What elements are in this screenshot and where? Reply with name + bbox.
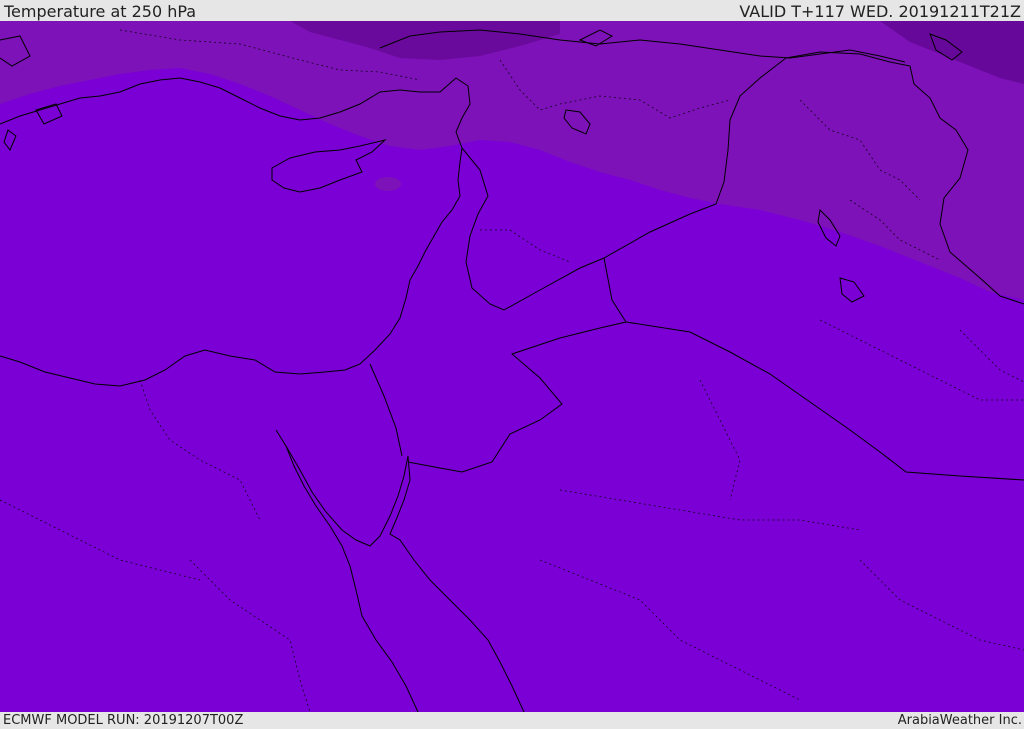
map-title: Temperature at 250 hPa (4, 2, 197, 21)
footer-bar: ECMWF MODEL RUN: 20191207T00Z ArabiaWeat… (0, 712, 1024, 729)
map-svg (0, 21, 1024, 712)
credit-label: ArabiaWeather Inc. (897, 713, 1022, 728)
temperature-blob (375, 177, 401, 191)
header-bar: Temperature at 250 hPa VALID T+117 WED. … (0, 0, 1024, 21)
valid-time: VALID T+117 WED. 20191211T21Z (739, 2, 1021, 21)
model-run-label: ECMWF MODEL RUN: 20191207T00Z (3, 713, 244, 728)
map-canvas[interactable] (0, 21, 1024, 712)
